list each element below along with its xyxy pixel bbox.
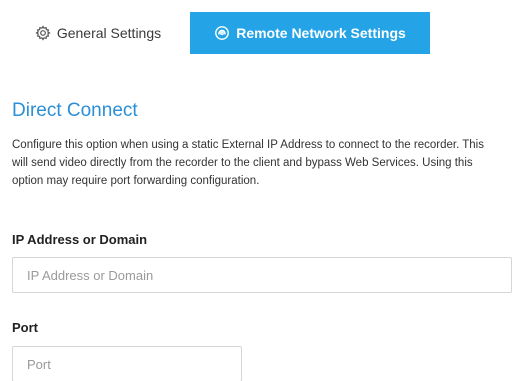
- port-input[interactable]: [12, 346, 242, 381]
- tab-general-label: General Settings: [56, 25, 162, 41]
- tab-general-settings[interactable]: General Settings: [18, 12, 178, 54]
- section-description: Configure this option when using a stati…: [12, 139, 484, 187]
- settings-tabs: General Settings Remote Network Settings: [0, 12, 512, 54]
- tab-remote-label: Remote Network Settings: [236, 25, 406, 41]
- ip-address-input[interactable]: [12, 257, 512, 293]
- tab-remote-network-settings[interactable]: Remote Network Settings: [190, 12, 430, 54]
- ip-address-label: IP Address or Domain: [12, 232, 148, 247]
- port-label: Port: [12, 320, 38, 335]
- network-icon: [214, 25, 230, 41]
- remote-settings-page: General Settings Remote Network Settings…: [0, 0, 512, 381]
- gear-icon: [35, 25, 51, 41]
- section-title: Direct Connect: [12, 100, 138, 121]
